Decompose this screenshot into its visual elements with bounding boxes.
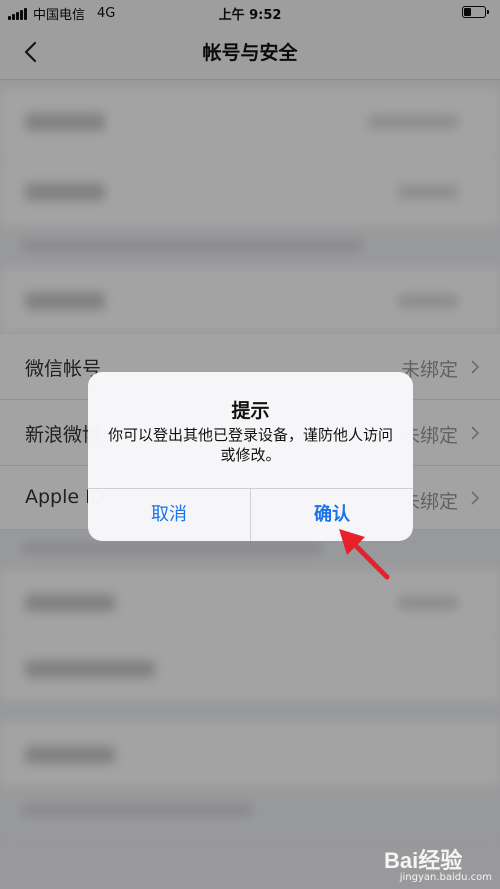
dialog-message: 你可以登出其他已登录设备，谨防他人访问或修改。 <box>107 426 393 464</box>
alert-dialog: 提示 你可以登出其他已登录设备，谨防他人访问或修改。 取消 确认 <box>88 372 413 541</box>
watermark-logo: Bai经验 <box>384 848 463 873</box>
cancel-button[interactable]: 取消 <box>88 489 251 541</box>
watermark: Bai经验 jingyan.baidu.com <box>384 843 492 883</box>
dialog-title: 提示 <box>231 400 270 422</box>
watermark-url: jingyan.baidu.com <box>399 872 492 883</box>
annotation-arrow-icon <box>339 529 390 580</box>
